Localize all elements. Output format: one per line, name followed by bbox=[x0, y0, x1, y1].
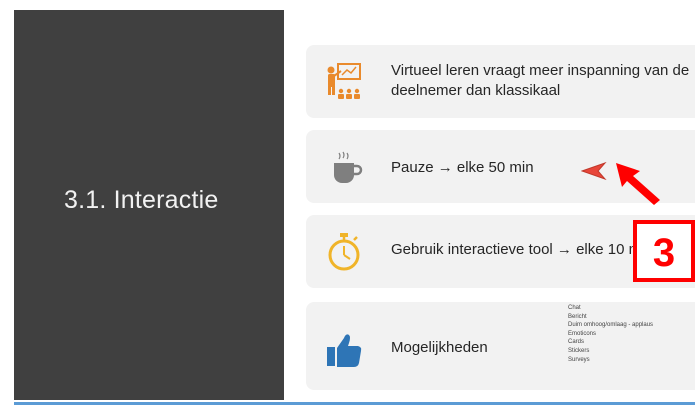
option-item: Cards bbox=[568, 339, 585, 346]
card-virtual-learning: Virtueel leren vraagt meer inspanning va… bbox=[306, 45, 695, 118]
thumbs-up-icon bbox=[327, 334, 362, 367]
card-possibilities: Mogelijkheden Chat Bericht Duim omhoog/o… bbox=[306, 302, 695, 390]
stopwatch-icon bbox=[328, 233, 360, 271]
classroom-icon bbox=[327, 63, 361, 99]
bottom-accent-line bbox=[14, 402, 695, 405]
option-item: Chat bbox=[568, 305, 581, 311]
coffee-cup-icon bbox=[334, 151, 363, 183]
step-number-badge: 3 bbox=[633, 220, 695, 282]
option-item: Emoticons bbox=[568, 330, 597, 337]
presentation-slide: 3.1. Interactie Virtueel leren vraagt me… bbox=[14, 10, 695, 400]
option-item: Stickers bbox=[568, 347, 590, 354]
card-text: Virtueel leren vraagt meer inspanning va… bbox=[391, 62, 690, 99]
red-arrow-icon bbox=[616, 163, 660, 205]
title-panel: 3.1. Interactie bbox=[14, 10, 284, 400]
slide-title: 3.1. Interactie bbox=[64, 186, 219, 214]
option-item: Duim omhoog/omlaag - applaus bbox=[568, 322, 654, 329]
step-number: 3 bbox=[652, 231, 676, 275]
options-list: Chat Bericht Duim omhoog/omlaag - applau… bbox=[568, 304, 653, 364]
card-text: Gebruik interactieve tool → elke 10 min bbox=[391, 241, 653, 258]
option-item: Surveys bbox=[568, 356, 590, 363]
card-text: Mogelijkheden bbox=[391, 339, 488, 356]
card-text: Pauze → elke 50 min bbox=[391, 159, 534, 176]
laser-pointer-icon bbox=[581, 161, 607, 181]
option-item: Bericht bbox=[568, 313, 587, 320]
